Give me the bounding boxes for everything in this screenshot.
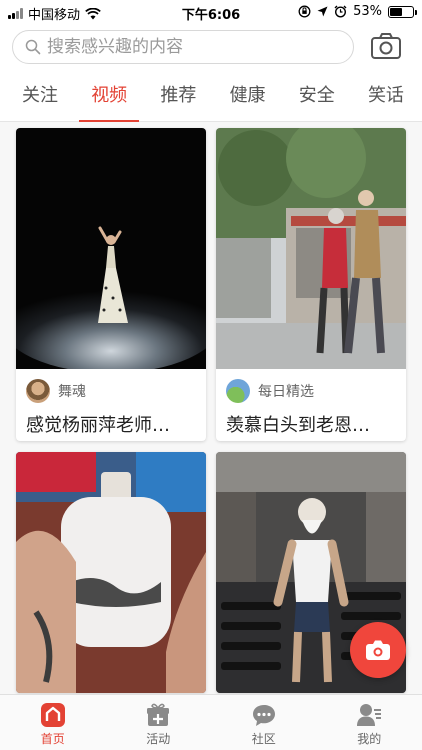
tab-health[interactable]: 健康	[230, 74, 266, 122]
camera-fab-button[interactable]	[350, 622, 406, 678]
author-name: 舞魂	[58, 384, 86, 400]
profile-icon	[357, 704, 382, 726]
author-row[interactable]: 每日精选	[226, 379, 396, 403]
author-name: 每日精选	[258, 384, 314, 400]
tab-follow[interactable]: 关注	[22, 74, 58, 122]
alarm-icon	[334, 5, 347, 18]
channel-tabs: 关注 视频 推荐 健康 安全 笑话	[0, 74, 422, 123]
chat-bubble-icon	[252, 705, 275, 726]
search-input[interactable]	[47, 37, 337, 57]
bottom-nav: 首页 活动 社区 我的	[0, 694, 422, 750]
home-icon	[40, 703, 65, 727]
nav-label: 社区	[251, 732, 276, 746]
battery-icon	[388, 5, 417, 18]
camera-icon[interactable]	[370, 32, 402, 60]
bottle-painting-image	[16, 452, 206, 693]
video-thumbnail-couple[interactable]	[216, 128, 406, 369]
video-title[interactable]: 感觉杨丽萍老师…	[26, 411, 196, 437]
nav-profile[interactable]: 我的	[317, 695, 422, 750]
video-card[interactable]: 每日精选 羡慕白头到老恩…	[216, 128, 406, 441]
nav-community[interactable]: 社区	[211, 695, 317, 750]
nav-label: 首页	[40, 732, 65, 746]
tab-video[interactable]: 视频	[79, 74, 140, 123]
battery-level	[390, 7, 402, 16]
tab-jokes[interactable]: 笑话	[368, 74, 404, 122]
nav-label: 我的	[357, 732, 382, 746]
avatar	[226, 379, 250, 403]
battery-percent: 53%	[353, 4, 382, 19]
location-icon	[317, 6, 328, 17]
card-meta: 舞魂 感觉杨丽萍老师…	[16, 369, 206, 441]
search-box[interactable]	[12, 30, 354, 64]
tab-recommend[interactable]: 推荐	[160, 74, 196, 122]
card-meta: 每日精选 羡慕白头到老恩…	[216, 369, 406, 441]
video-title[interactable]: 羡慕白头到老恩…	[226, 411, 396, 437]
author-row[interactable]: 舞魂	[26, 379, 196, 403]
nav-activity[interactable]: 活动	[106, 695, 212, 750]
video-card[interactable]: 舞魂 感觉杨丽萍老师…	[16, 128, 206, 441]
status-right: 53%	[298, 4, 417, 19]
gift-icon	[147, 703, 170, 726]
video-feed: 舞魂 感觉杨丽萍老师… 每日精选 羡慕白头到老恩…	[0, 122, 422, 694]
dancer-image	[16, 128, 206, 369]
couple-image	[216, 128, 406, 369]
avatar	[26, 379, 50, 403]
tab-safety[interactable]: 安全	[299, 74, 335, 122]
nav-label: 活动	[146, 732, 171, 746]
rotation-lock-icon	[298, 5, 311, 18]
status-bar: 中国移动 下午6:06 53%	[0, 0, 422, 24]
search-icon	[25, 39, 41, 55]
video-thumbnail-dancer[interactable]	[16, 128, 206, 369]
search-row	[0, 30, 422, 66]
video-card[interactable]	[16, 452, 206, 693]
nav-home[interactable]: 首页	[0, 695, 106, 750]
video-thumbnail-bottle-painting[interactable]	[16, 452, 206, 693]
camera-icon	[366, 640, 390, 660]
